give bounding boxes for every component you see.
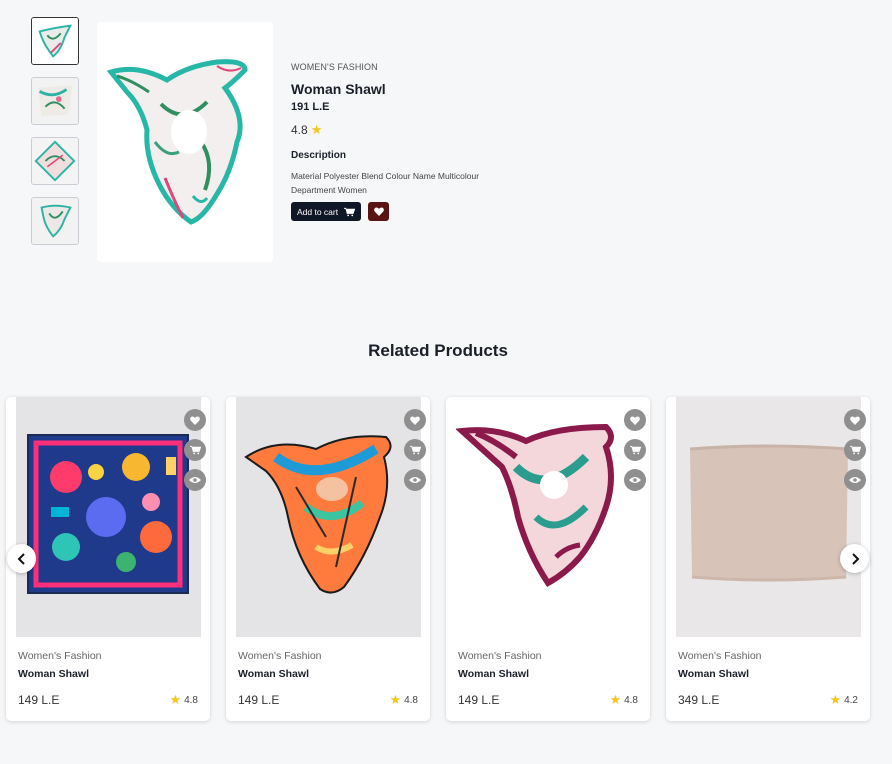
add-to-cart-icon-button[interactable] xyxy=(404,439,426,461)
heart-icon xyxy=(850,415,860,425)
star-icon: ★ xyxy=(389,692,402,707)
product-rating-value: 4.8 xyxy=(291,123,308,137)
wishlist-icon-button[interactable] xyxy=(844,409,866,431)
product-card-price: 349 L.E xyxy=(678,693,720,707)
heart-icon xyxy=(410,415,420,425)
thumbnail-4[interactable] xyxy=(31,197,79,245)
chevron-right-icon xyxy=(851,552,859,565)
product-card-name: Woman Shawl xyxy=(238,668,309,680)
thumbnail-3[interactable] xyxy=(31,137,79,185)
product-card-category: Women's Fashion xyxy=(458,650,542,662)
eye-icon xyxy=(849,477,861,483)
wishlist-icon-button[interactable] xyxy=(624,409,646,431)
add-to-cart-icon-button[interactable] xyxy=(624,439,646,461)
product-card-rating-value: 4.8 xyxy=(184,694,198,706)
product-card-name: Woman Shawl xyxy=(678,668,749,680)
product-title: Woman Shawl xyxy=(291,81,386,97)
thumbnail-2[interactable] xyxy=(31,77,79,125)
thumbnail-list xyxy=(31,17,79,257)
product-actions: Add to cart xyxy=(291,202,571,221)
star-icon: ★ xyxy=(829,692,842,707)
product-card-rating: ★ 4.2 xyxy=(829,692,858,708)
product-price: 191 L.E xyxy=(291,101,330,113)
product-card-image[interactable] xyxy=(236,397,421,637)
product-main-image xyxy=(97,22,273,262)
carousel-prev-button[interactable] xyxy=(7,544,36,573)
wishlist-icon-button[interactable] xyxy=(184,409,206,431)
product-card-name: Woman Shawl xyxy=(18,668,89,680)
cart-icon xyxy=(409,445,421,455)
star-icon: ★ xyxy=(169,692,182,707)
heart-icon xyxy=(630,415,640,425)
eye-icon xyxy=(409,477,421,483)
quick-view-icon-button[interactable] xyxy=(624,469,646,491)
product-info: WOMEN'S FASHION Woman Shawl 191 L.E 4.8 … xyxy=(291,62,571,221)
product-category: WOMEN'S FASHION xyxy=(291,62,378,72)
product-card-rating-value: 4.8 xyxy=(624,694,638,706)
wishlist-icon-button[interactable] xyxy=(404,409,426,431)
product-card-price: 149 L.E xyxy=(238,693,280,707)
product-card-1[interactable]: Women's Fashion Woman Shawl 149 L.E ★ 4.… xyxy=(6,397,210,721)
quick-view-icon-button[interactable] xyxy=(184,469,206,491)
product-card-category: Women's Fashion xyxy=(18,650,102,662)
product-card-price: 149 L.E xyxy=(458,693,500,707)
description-heading: Description xyxy=(291,150,347,161)
add-to-cart-label: Add to cart xyxy=(297,206,339,217)
cart-icon xyxy=(629,445,641,455)
related-products-heading: Related Products xyxy=(368,341,508,360)
quick-view-icon-button[interactable] xyxy=(844,469,866,491)
carousel-next-button[interactable] xyxy=(840,544,869,573)
product-card-rating-value: 4.8 xyxy=(404,694,418,706)
product-card-image[interactable] xyxy=(676,397,861,637)
eye-icon xyxy=(189,477,201,483)
quick-view-icon-button[interactable] xyxy=(404,469,426,491)
product-card-rating: ★ 4.8 xyxy=(169,692,198,708)
product-card-3[interactable]: Women's Fashion Woman Shawl 149 L.E ★ 4.… xyxy=(446,397,650,721)
product-card-rating: ★ 4.8 xyxy=(389,692,418,708)
add-to-cart-button[interactable]: Add to cart xyxy=(291,202,362,221)
product-card-rating-value: 4.2 xyxy=(844,694,858,706)
thumbnail-1[interactable] xyxy=(31,17,79,65)
add-to-cart-icon-button[interactable] xyxy=(844,439,866,461)
product-card-image[interactable] xyxy=(456,397,641,637)
wishlist-button[interactable] xyxy=(368,202,390,221)
product-rating: 4.8 ★ xyxy=(291,122,571,138)
cart-icon xyxy=(344,207,356,216)
heart-icon xyxy=(190,415,200,425)
description-line-1: Material Polyester Blend Colour Name Mul… xyxy=(291,171,480,181)
eye-icon xyxy=(629,477,641,483)
star-icon: ★ xyxy=(609,692,622,707)
product-card-price: 149 L.E xyxy=(18,693,60,707)
add-to-cart-icon-button[interactable] xyxy=(184,439,206,461)
product-card-image[interactable] xyxy=(16,397,201,637)
product-card-category: Women's Fashion xyxy=(238,650,322,662)
cart-icon xyxy=(849,445,861,455)
cart-icon xyxy=(189,445,201,455)
star-icon: ★ xyxy=(310,122,323,137)
product-card-rating: ★ 4.8 xyxy=(609,692,638,708)
product-card-2[interactable]: Women's Fashion Woman Shawl 149 L.E ★ 4.… xyxy=(226,397,430,721)
product-description: Material Polyester Blend Colour Name Mul… xyxy=(291,169,571,197)
description-line-2: Department Women xyxy=(291,185,367,195)
heart-icon xyxy=(373,207,384,216)
chevron-left-icon xyxy=(17,552,25,565)
product-card-name: Woman Shawl xyxy=(458,668,529,680)
product-card-category: Women's Fashion xyxy=(678,650,762,662)
